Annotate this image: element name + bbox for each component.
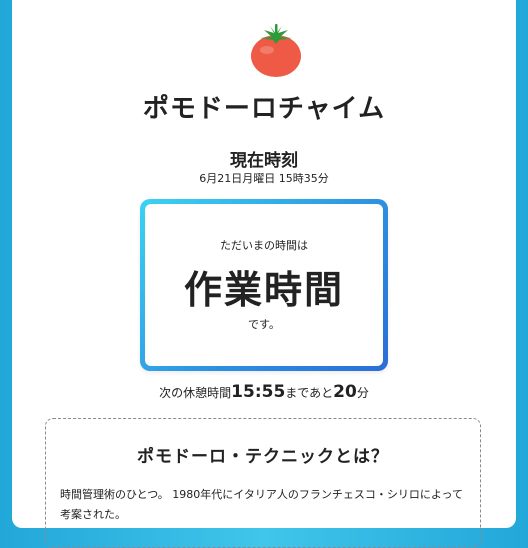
info-title: ポモドーロ・テクニックとは？ — [137, 447, 389, 467]
next-break-unit: 分 — [356, 386, 369, 400]
main-card: ポモドーロチャイム 現在時刻 6月21日月曜日 15時35分 ただいまの時間は … — [12, 0, 516, 548]
current-time-heading: 現在時刻 — [230, 151, 298, 171]
app-title: ポモドーロチャイム — [142, 94, 386, 124]
status-mode: 作業時間 — [183, 268, 344, 312]
tomato-icon — [251, 24, 301, 77]
status-suffix: です。 — [248, 318, 280, 331]
status-prefix: ただいまの時間は — [220, 239, 308, 252]
next-break-label: 次の休憩時間 — [159, 386, 232, 400]
pomodoro-info-box: ポモドーロ・テクニックとは？ 時間管理術のひとつ。 1980年代にイタリア人のフ… — [45, 418, 481, 548]
current-datetime: 6月21日月曜日 15時35分 — [199, 172, 329, 185]
next-break-minutes: 20 — [333, 382, 357, 402]
next-break-time: 15:55 — [231, 382, 286, 402]
next-break-info: 次の休憩時間15:55まであと20分 — [12, 382, 516, 402]
status-panel-inner: ただいまの時間は 作業時間 です。 — [145, 204, 383, 366]
status-panel: ただいまの時間は 作業時間 です。 — [140, 199, 388, 371]
info-body: 時間管理術のひとつ。 1980年代にイタリア人のフランチェスコ・シリロによって考… — [60, 488, 463, 521]
next-break-connector: まであと — [285, 386, 334, 400]
